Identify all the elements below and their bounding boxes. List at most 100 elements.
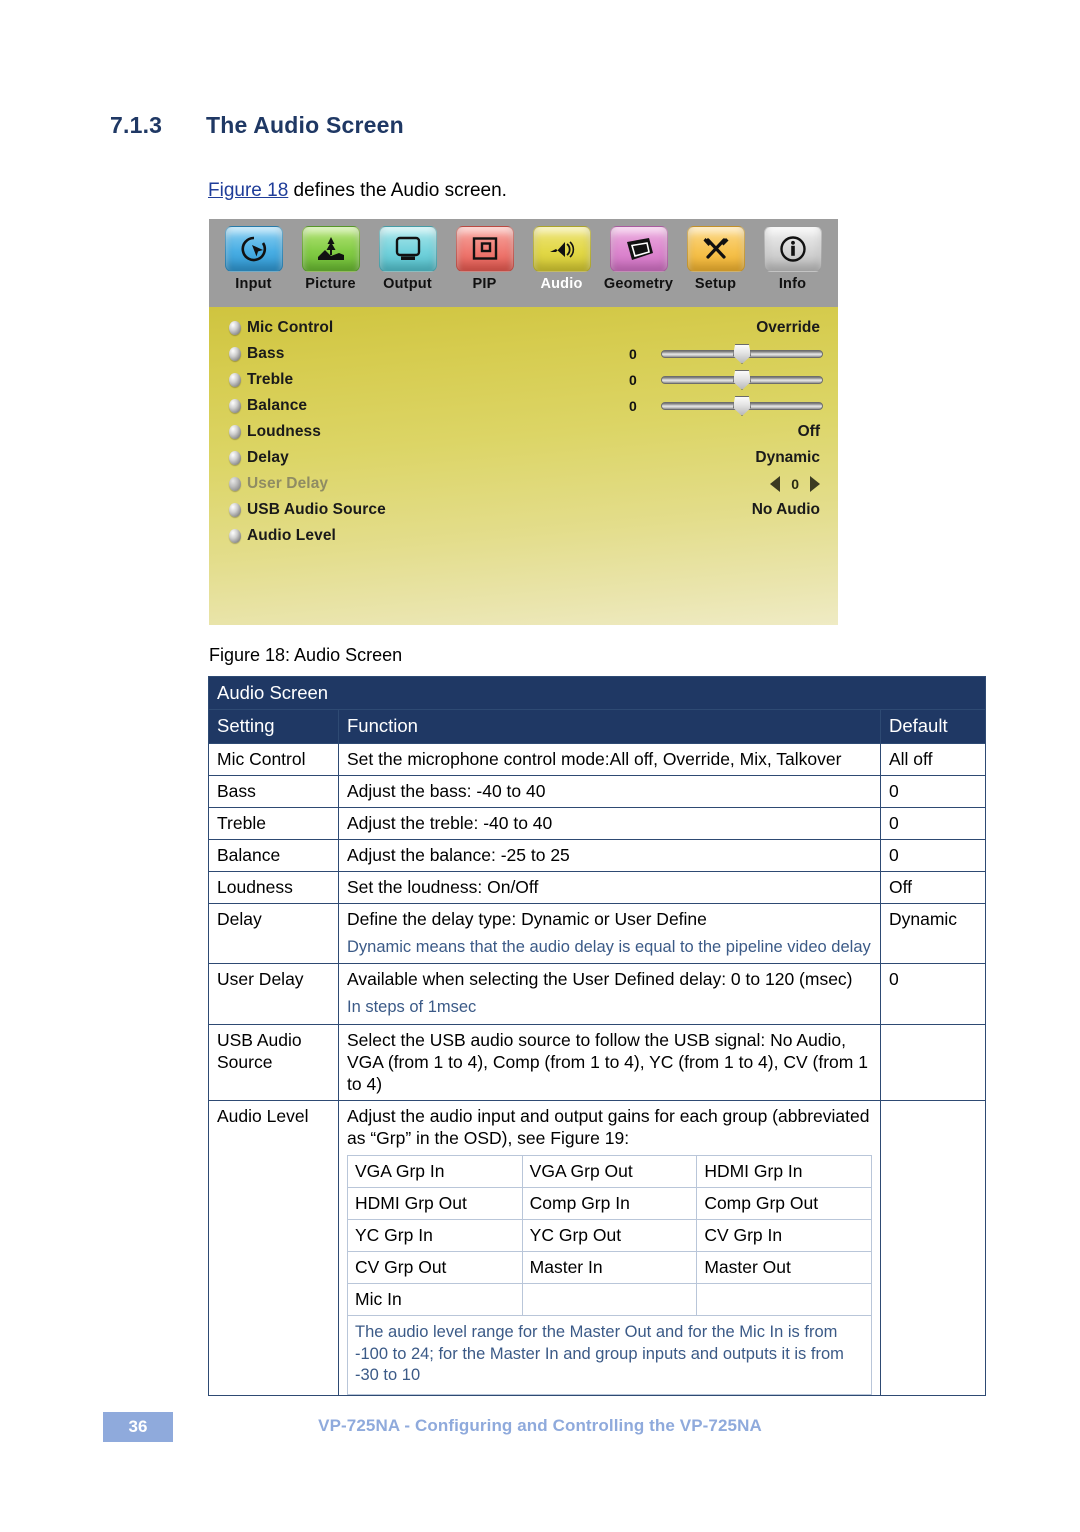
audio-level-cell: Comp Grp In <box>521 1187 698 1221</box>
cell-setting: Bass <box>208 774 339 808</box>
cell-function: Select the USB audio source to follow th… <box>338 1023 881 1101</box>
audio-level-note: The audio level range for the Master Out… <box>347 1315 872 1395</box>
intro-paragraph: Figure 18 defines the Audio screen. <box>208 180 507 202</box>
figure-caption: Figure 18: Audio Screen <box>209 645 403 665</box>
audio-screen-table: Audio Screen Setting Function Default Mi… <box>208 675 987 1396</box>
osd-row-usb-audio-source[interactable]: USB Audio Source No Audio <box>229 497 820 523</box>
osd-row-delay[interactable]: Delay Dynamic <box>229 445 820 471</box>
slider-thumb[interactable] <box>733 396 751 416</box>
osd-row-user-delay[interactable]: User Delay 0 <box>229 471 820 497</box>
osd-row-label: Balance <box>247 397 308 414</box>
treble-slider[interactable] <box>661 370 823 390</box>
cursor-target-icon <box>224 226 283 272</box>
osd-row-label: Delay <box>247 449 289 466</box>
section-number: 7.1.3 <box>110 112 163 138</box>
osd-tab-picture[interactable]: Picture <box>292 226 369 292</box>
audio-level-row: YC Grp In YC Grp Out CV Grp In <box>347 1219 872 1253</box>
slider-thumb[interactable] <box>733 344 751 364</box>
osd-tab-label: Audio <box>540 276 583 292</box>
cell-function-note: Dynamic means that the audio delay is eq… <box>347 937 871 956</box>
cell-function-note: In steps of 1msec <box>347 998 477 1017</box>
balance-slider[interactable] <box>661 396 823 416</box>
cell-function: Set the microphone control mode:All off,… <box>338 742 881 776</box>
osd-row-number: 0 <box>629 398 637 414</box>
table-row: USB Audio Source Select the USB audio so… <box>208 1023 987 1101</box>
osd-tab-output[interactable]: Output <box>369 226 446 292</box>
osd-row-treble[interactable]: Treble 0 <box>229 367 823 393</box>
audio-level-cell: Mic In <box>347 1283 523 1317</box>
cell-default: 0 <box>879 838 987 872</box>
osd-row-label: USB Audio Source <box>247 501 386 518</box>
chevron-right-icon[interactable] <box>810 476 820 492</box>
osd-tab-input[interactable]: Input <box>215 226 292 292</box>
figure-18-link[interactable]: Figure 18 <box>208 180 288 201</box>
cell-default <box>879 1099 987 1396</box>
cell-function: Available when selecting the User Define… <box>338 963 881 1025</box>
bullet-icon <box>229 503 241 517</box>
osd-row-label: User Delay <box>247 475 329 492</box>
column-header-setting: Setting <box>208 709 339 744</box>
landscape-tree-icon <box>301 226 360 272</box>
audio-level-cell: Comp Grp Out <box>696 1187 872 1221</box>
audio-level-row: CV Grp Out Master In Master Out <box>347 1251 872 1285</box>
osd-row-audio-level[interactable]: Audio Level <box>229 523 820 549</box>
bullet-icon <box>229 529 241 543</box>
audio-level-cell: CV Grp Out <box>347 1251 523 1285</box>
bass-slider[interactable] <box>661 344 823 364</box>
osd-row-value: Override <box>756 319 820 336</box>
cell-default: 0 <box>879 806 987 840</box>
table-row: Mic Control Set the microphone control m… <box>208 742 987 776</box>
osd-tab-setup[interactable]: Setup <box>677 226 754 292</box>
osd-tab-info[interactable]: Info <box>754 226 831 292</box>
audio-level-cell: VGA Grp In <box>347 1155 523 1189</box>
audio-level-cell: HDMI Grp In <box>696 1155 872 1189</box>
osd-row-mic-control[interactable]: Mic Control Override <box>229 315 820 341</box>
speaker-icon <box>532 226 591 272</box>
monitor-icon <box>378 226 437 272</box>
page-title: The Audio Screen <box>206 112 404 138</box>
table-row: Balance Adjust the balance: -25 to 25 0 <box>208 838 987 872</box>
osd-tab-geometry[interactable]: Geometry <box>600 226 677 292</box>
bullet-icon <box>229 477 241 491</box>
osd-row-loudness[interactable]: Loudness Off <box>229 419 820 445</box>
osd-row-balance[interactable]: Balance 0 <box>229 393 823 419</box>
cell-function: Adjust the bass: -40 to 40 <box>338 774 881 808</box>
osd-tab-audio[interactable]: Audio <box>523 226 600 292</box>
cell-setting: Audio Level <box>208 1099 339 1396</box>
osd-tab-label: Geometry <box>603 276 674 292</box>
bullet-icon <box>229 347 241 361</box>
keystone-shape-icon <box>609 226 668 272</box>
osd-row-number: 0 <box>629 346 637 362</box>
cell-setting: User Delay <box>208 963 339 1025</box>
info-circle-icon <box>763 226 822 272</box>
picture-in-picture-icon <box>455 226 514 272</box>
cell-default: Dynamic <box>879 902 987 965</box>
footer-title: VP-725NA - Configuring and Controlling t… <box>318 1416 762 1435</box>
osd-row-label: Loudness <box>247 423 322 440</box>
cell-setting: Balance <box>208 838 339 872</box>
cell-function: Set the loudness: On/Off <box>338 870 881 904</box>
osd-tab-bar: Input Picture Output PIP Audio Geometry … <box>209 219 838 307</box>
table-title: Audio Screen <box>208 675 986 711</box>
osd-row-bass[interactable]: Bass 0 <box>229 341 823 367</box>
cell-default: Off <box>879 870 987 904</box>
osd-tab-pip[interactable]: PIP <box>446 226 523 292</box>
osd-tab-label: Picture <box>305 276 356 292</box>
cell-function: Define the delay type: Dynamic or User D… <box>338 902 881 965</box>
cell-function-text: Define the delay type: Dynamic or User D… <box>347 908 707 929</box>
audio-level-row: VGA Grp In VGA Grp Out HDMI Grp In <box>347 1155 872 1189</box>
cell-function: Adjust the audio input and output gains … <box>338 1099 881 1396</box>
user-delay-value: 0 <box>791 476 799 492</box>
chevron-left-icon[interactable] <box>770 476 781 492</box>
audio-level-cell: Master In <box>521 1251 698 1285</box>
slider-thumb[interactable] <box>733 370 751 390</box>
bullet-icon <box>229 425 241 439</box>
osd-row-label: Mic Control <box>247 319 334 336</box>
osd-row-value: Dynamic <box>755 449 820 466</box>
cell-default <box>879 1023 987 1101</box>
user-delay-stepper[interactable]: 0 <box>770 476 820 492</box>
bullet-icon <box>229 373 241 387</box>
cell-setting: Treble <box>208 806 339 840</box>
audio-level-cell <box>521 1283 698 1317</box>
audio-level-cell: VGA Grp Out <box>521 1155 698 1189</box>
